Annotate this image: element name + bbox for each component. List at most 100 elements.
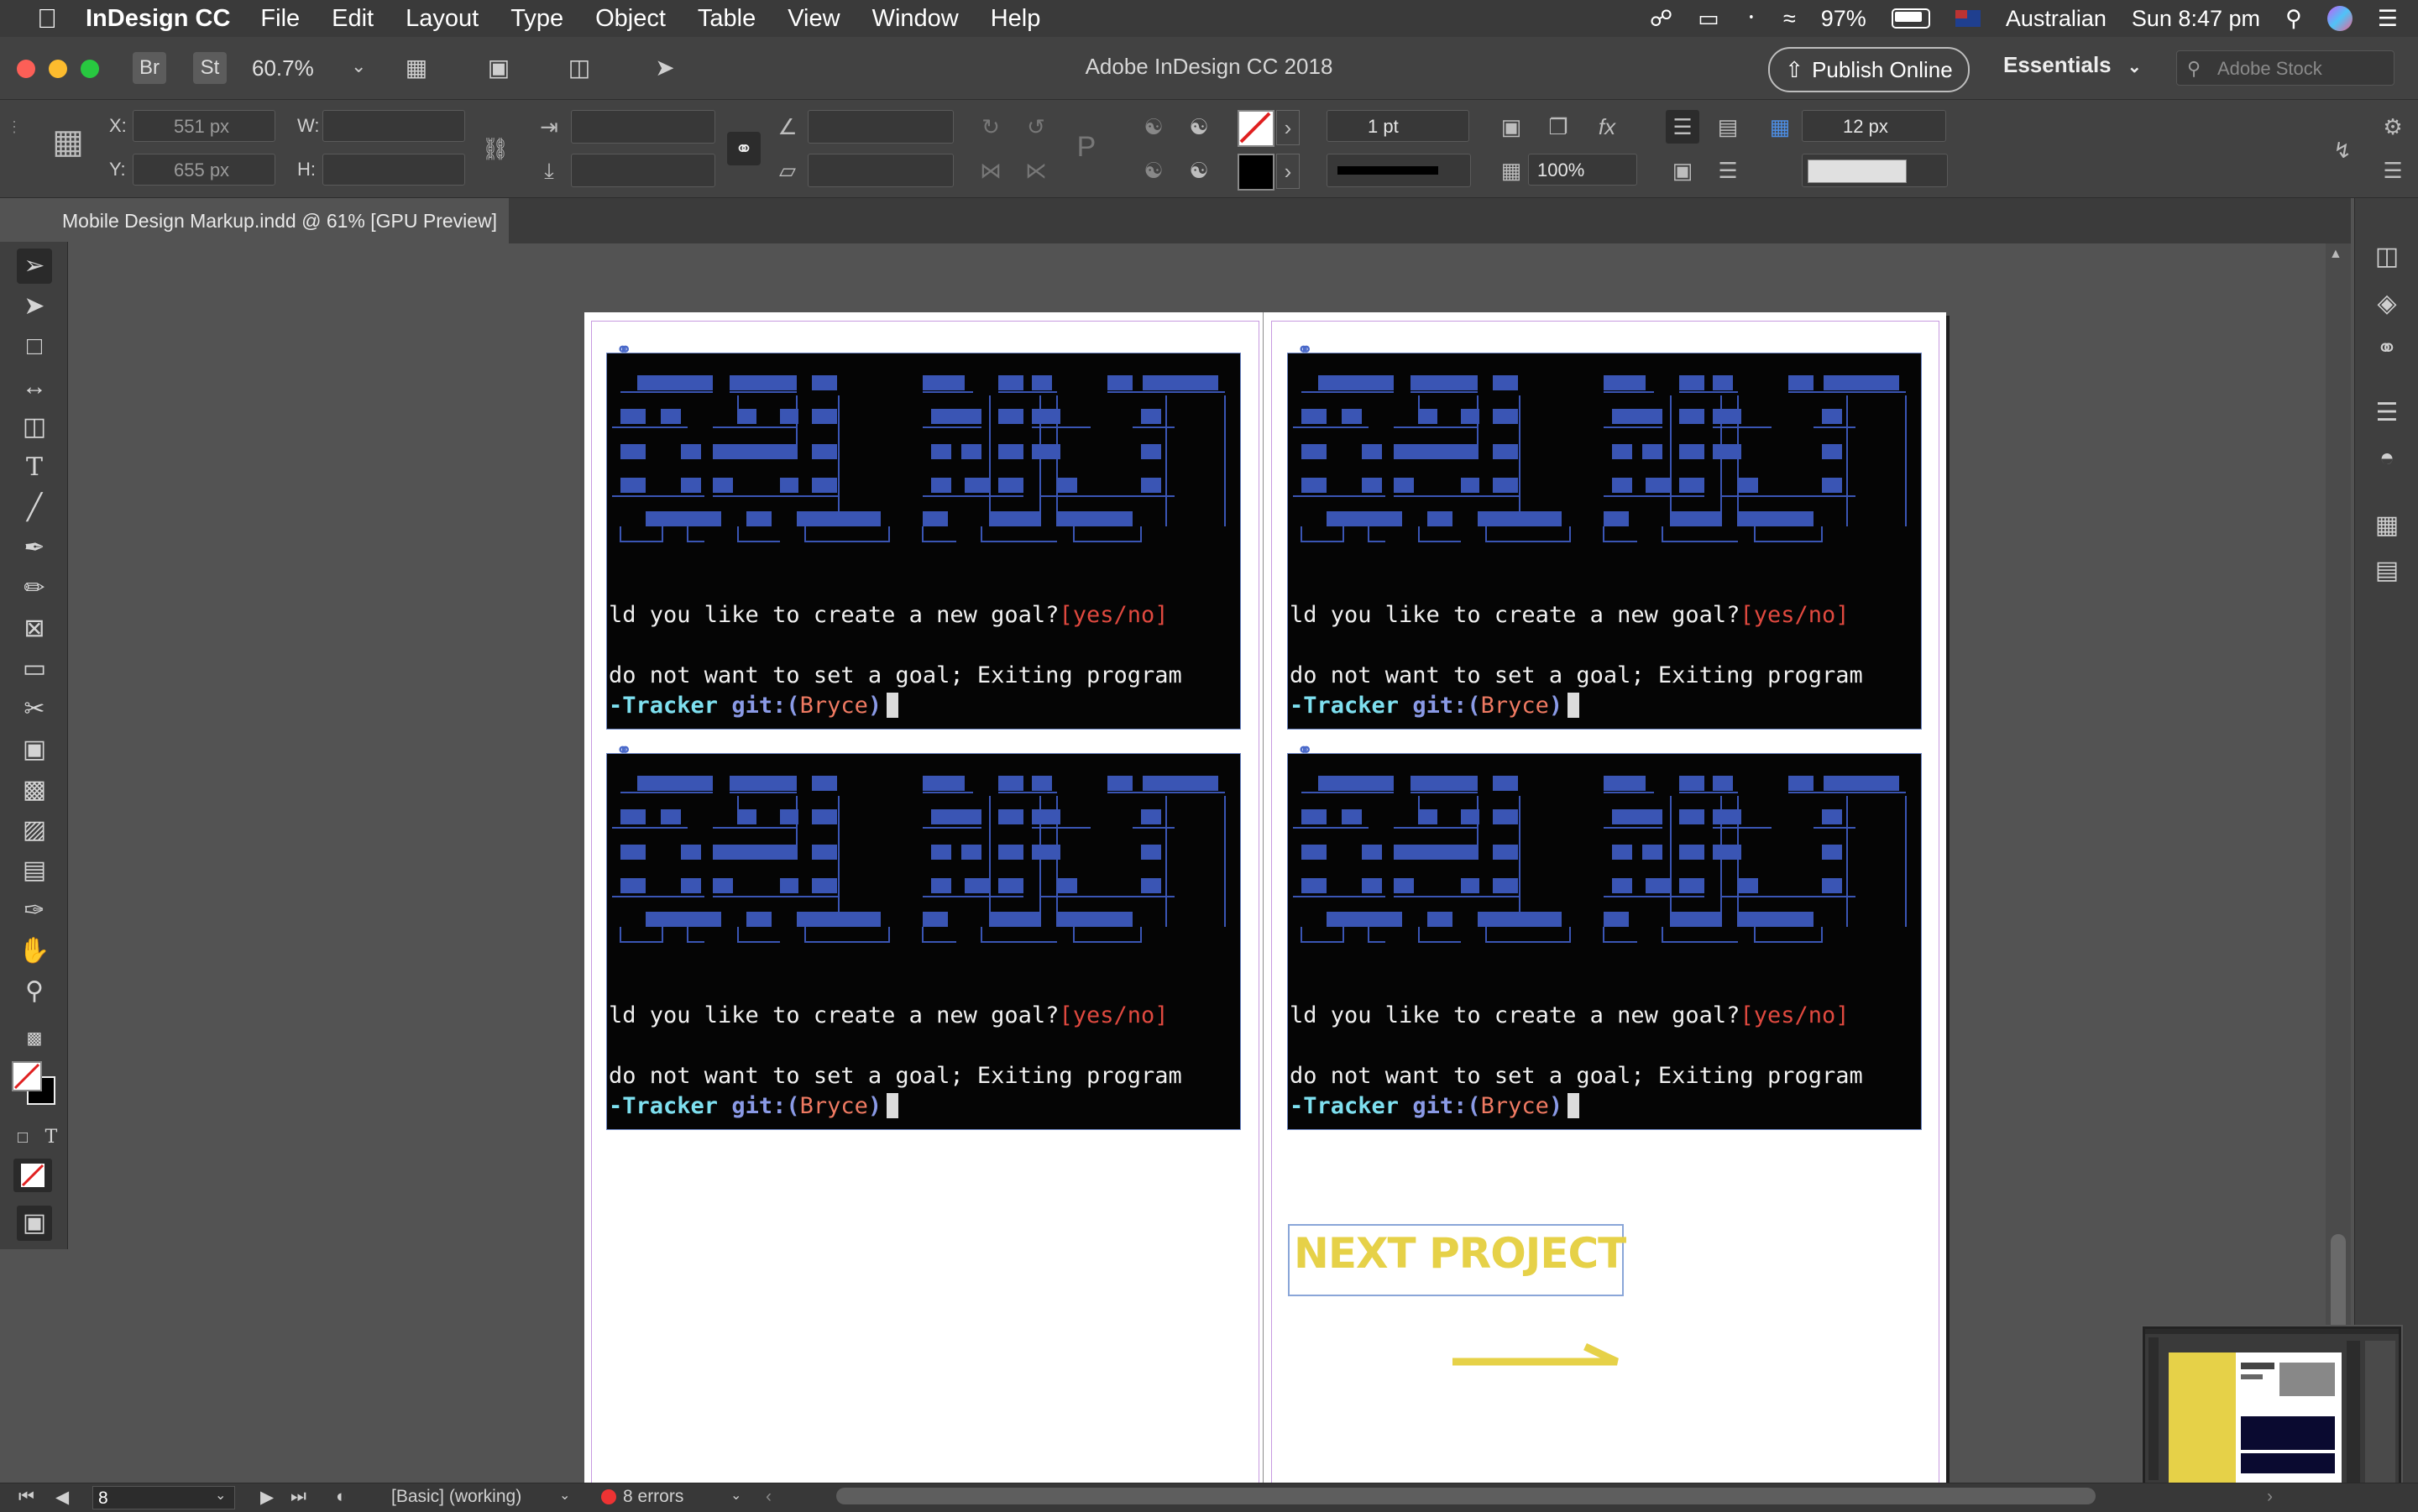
link-badge-icon[interactable]: ⚭ <box>616 740 631 761</box>
terminal-screenshot-frame[interactable]: ld you like to create a new goal?[yes/no… <box>1287 353 1922 730</box>
direction-p-icon[interactable]: P <box>1070 130 1103 164</box>
hand-tool-icon[interactable]: ✋ <box>17 934 52 969</box>
menu-file[interactable]: File <box>260 5 300 33</box>
preflight-menu-chevron-icon[interactable]: ⌄ <box>730 1487 741 1504</box>
formatting-text-icon[interactable]: T <box>34 1120 69 1155</box>
fill-stroke-swatch[interactable] <box>12 1061 57 1105</box>
battery-percent[interactable]: 97% <box>1821 6 1866 32</box>
horizontal-scrollbar-thumb[interactable] <box>836 1488 2096 1504</box>
pencil-tool-icon[interactable]: ✏ <box>17 571 52 606</box>
link-badge-icon[interactable]: ⚭ <box>1297 339 1312 361</box>
gap-spacing-field[interactable]: 12 px <box>1802 110 1946 142</box>
panel-grip-icon[interactable]: ⋮ <box>7 118 22 136</box>
page-number-field[interactable]: 8 <box>92 1486 235 1509</box>
tab-mobile-design-markup[interactable]: Mobile Design Markup.indd @ 61% [GPU Pre… <box>0 198 509 243</box>
align-center-icon[interactable]: ☰ <box>1711 154 1745 187</box>
properties-panel-icon[interactable]: ▤ <box>2370 554 2404 588</box>
battery-icon[interactable] <box>1891 8 1930 29</box>
preflight-profile[interactable]: [Basic] (working) <box>391 1487 521 1507</box>
preflight-errors[interactable]: 8 errors <box>601 1487 683 1507</box>
menu-object[interactable]: Object <box>595 5 666 33</box>
airplay-icon[interactable]: ▭ <box>1698 6 1719 32</box>
siri-icon[interactable] <box>2326 6 2353 31</box>
menu-type[interactable]: Type <box>510 5 563 33</box>
stroke-swatch-black[interactable] <box>1238 154 1274 191</box>
distribute-icon[interactable]: ▣ <box>1666 154 1699 187</box>
layers-panel-icon[interactable]: ◈ <box>2370 287 2404 321</box>
rectangle-frame-tool-icon[interactable]: ⊠ <box>17 611 52 646</box>
quick-apply-lightning-icon[interactable]: ↯ <box>2326 133 2359 167</box>
opacity-icon[interactable]: ▦ <box>1494 154 1528 187</box>
shear-angle-dropdown[interactable] <box>808 154 954 187</box>
screen-mode-icon[interactable]: ▣ <box>482 54 516 82</box>
app-menu[interactable]: InDesign CC <box>86 5 230 33</box>
scroll-up-arrow-icon[interactable]: ▲ <box>2329 247 2342 262</box>
flip-horizontal-icon[interactable]: ⋈ <box>974 154 1008 187</box>
bridge-button[interactable]: Br <box>133 52 166 84</box>
chain-link-icon[interactable]: ⚭ <box>727 132 761 165</box>
text-frame-options-icon[interactable]: ▤ <box>1711 110 1745 144</box>
profile-dropdown-chevron-icon[interactable]: ⌄ <box>559 1487 570 1504</box>
width-field[interactable] <box>322 110 465 142</box>
spotlight-search-icon[interactable]: ⚲ <box>2285 6 2302 32</box>
rotate-counterclockwise-icon[interactable]: ↺ <box>1019 110 1053 144</box>
screen-mode-normal-icon[interactable]: ▣ <box>17 1206 52 1241</box>
gap-tool-icon[interactable]: ↔ <box>17 369 52 405</box>
height-field[interactable] <box>322 154 465 186</box>
rotate-clockwise-icon[interactable]: ↻ <box>974 110 1008 144</box>
terminal-screenshot-frame[interactable]: ld you like to create a new goal?[yes/no… <box>606 353 1241 730</box>
type-tool-icon[interactable]: T <box>17 450 52 485</box>
creative-cloud-icon[interactable]: ☍ <box>1650 6 1672 32</box>
navigator-preview-thumbnail[interactable] <box>2143 1326 2401 1493</box>
stroke-swatches-arrow-icon[interactable]: › <box>1276 154 1300 189</box>
previous-page-icon[interactable]: ◀ <box>55 1487 69 1508</box>
menu-view[interactable]: View <box>788 5 840 33</box>
publish-rocket-icon[interactable]: ➤ <box>648 54 682 82</box>
wifi-icon[interactable]: ≈ <box>1783 6 1796 32</box>
page-dropdown-chevron-icon[interactable]: ⌄ <box>215 1487 226 1504</box>
corner-options-icon[interactable]: ▣ <box>1494 110 1528 144</box>
direct-selection-tool-icon[interactable]: ➤ <box>17 289 52 324</box>
pages-panel-icon[interactable]: ◫ <box>2370 240 2404 274</box>
effects-fx-icon[interactable]: fx <box>1590 110 1624 144</box>
select-content-icon[interactable]: ☯ <box>1137 154 1170 187</box>
drop-shadow-icon[interactable]: ❐ <box>1541 110 1575 144</box>
page-tool-icon[interactable]: □ <box>17 329 52 364</box>
menu-help[interactable]: Help <box>991 5 1041 33</box>
panel-settings-gear-icon[interactable]: ⚙ <box>2376 110 2410 144</box>
gradient-feather-tool-icon[interactable]: ▨ <box>17 813 52 848</box>
first-page-icon[interactable]: ⏮ <box>18 1487 34 1507</box>
minimize-window-button[interactable] <box>49 60 67 78</box>
apply-none-button[interactable] <box>13 1159 52 1192</box>
input-source[interactable]: Australian <box>2006 6 2107 32</box>
select-container-icon[interactable]: ☯ <box>1137 110 1170 144</box>
frame-fitting-dropdown[interactable] <box>1802 154 1948 187</box>
free-transform-tool-icon[interactable]: ▣ <box>17 732 52 767</box>
link-badge-icon[interactable]: ⚭ <box>1297 740 1312 761</box>
stroke-type-dropdown[interactable] <box>1327 154 1471 187</box>
opacity-field[interactable]: 100% <box>1528 154 1637 186</box>
link-badge-icon[interactable]: ⚭ <box>616 339 631 361</box>
rotation-angle-icon[interactable]: ∠ <box>771 110 804 144</box>
zoom-level[interactable]: 60.7% <box>252 55 314 81</box>
align-left-edge-icon[interactable]: ☰ <box>1666 110 1699 144</box>
stroke-panel-icon[interactable]: ☰ <box>2370 396 2404 430</box>
bluetooth-icon[interactable]: ᛫ <box>1745 6 1758 32</box>
menu-window[interactable]: Window <box>872 5 959 33</box>
clock[interactable]: Sun 8:47 pm <box>2132 6 2260 32</box>
fill-swatch-none[interactable] <box>1238 110 1274 147</box>
rotation-angle-dropdown[interactable] <box>808 110 954 144</box>
menu-edit[interactable]: Edit <box>332 5 374 33</box>
cc-libraries-panel-icon[interactable]: ▦ <box>2370 509 2404 542</box>
scale-y-icon[interactable]: ⤓ <box>532 154 566 187</box>
next-page-icon[interactable]: ▶ <box>260 1487 274 1508</box>
last-page-icon[interactable]: ⏭ <box>290 1487 306 1507</box>
eyedropper-tool-icon[interactable]: ✑ <box>17 893 52 929</box>
y-position-field[interactable]: 655 px <box>133 154 275 186</box>
stroke-weight-field[interactable]: 1 pt <box>1327 110 1469 142</box>
selection-tool-icon[interactable]: ➢ <box>17 249 52 284</box>
stock-button[interactable]: St <box>193 52 227 84</box>
note-tool-icon[interactable]: ▤ <box>17 853 52 888</box>
scale-y-dropdown[interactable] <box>571 154 715 187</box>
links-panel-icon[interactable]: ⚭ <box>2370 332 2404 366</box>
